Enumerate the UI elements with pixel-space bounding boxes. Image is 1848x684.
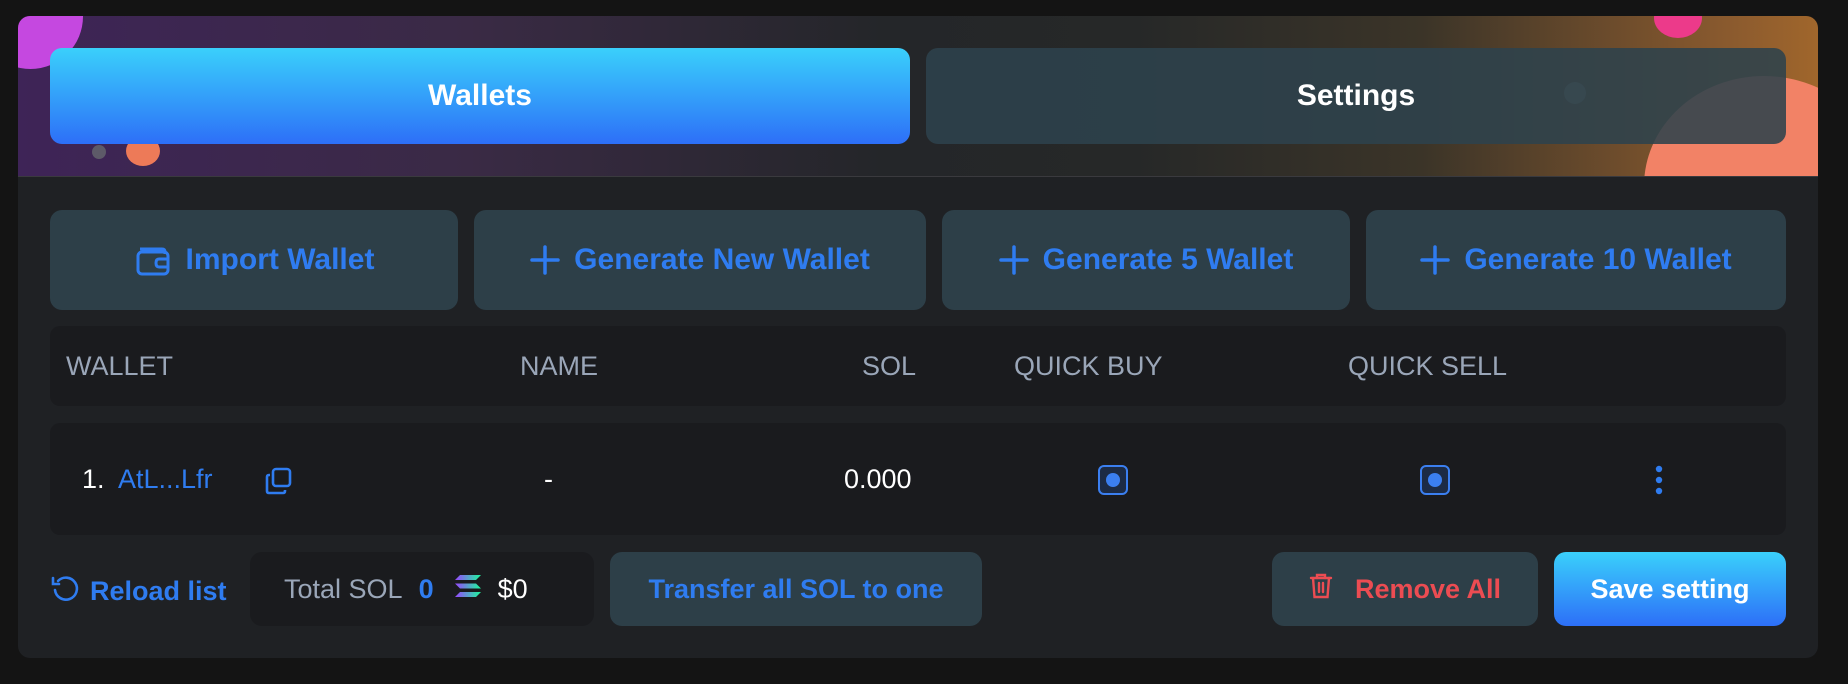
wallet-manager-panel: Wallets Settings Import Wallet Generate … xyxy=(18,16,1818,658)
more-vertical-icon[interactable] xyxy=(1653,465,1665,500)
header-banner: Wallets Settings xyxy=(18,16,1818,177)
reload-icon xyxy=(50,573,80,610)
plus-icon xyxy=(530,245,560,275)
tab-wallets[interactable]: Wallets xyxy=(50,48,910,144)
row-index: 1. xyxy=(82,464,105,494)
import-wallet-label: Import Wallet xyxy=(185,243,375,276)
total-sol-label: Total SOL xyxy=(284,573,403,604)
total-sol-summary: Total SOL 0 $0 xyxy=(250,552,594,626)
generate-10-wallet-label: Generate 10 Wallet xyxy=(1464,243,1732,276)
wallet-address-link[interactable]: AtL...Lfr xyxy=(118,423,213,535)
transfer-all-sol-label: Transfer all SOL to one xyxy=(648,573,944,604)
wallet-icon xyxy=(134,243,172,277)
column-header-name: NAME xyxy=(520,351,599,381)
tab-settings[interactable]: Settings xyxy=(926,48,1786,144)
generate-5-wallet-label: Generate 5 Wallet xyxy=(1042,243,1294,276)
plus-icon xyxy=(1420,245,1451,275)
table-row: 1. AtL...Lfr - 0.000 xyxy=(50,423,1786,535)
column-header-quick-sell: QUICK SELL xyxy=(1348,351,1508,381)
save-setting-label: Save setting xyxy=(1590,573,1750,604)
generate-new-wallet-button[interactable]: Generate New Wallet xyxy=(474,210,926,310)
column-header-wallet: WALLET xyxy=(66,351,174,381)
reload-list-label: Reload list xyxy=(90,575,227,606)
wallet-name: - xyxy=(544,464,553,494)
import-wallet-button[interactable]: Import Wallet xyxy=(50,210,458,310)
wallet-sol-balance: 0.000 xyxy=(844,464,912,494)
quick-buy-radio[interactable] xyxy=(1098,465,1128,495)
save-setting-button[interactable]: Save setting xyxy=(1554,552,1786,626)
quick-sell-radio[interactable] xyxy=(1420,465,1450,495)
reload-list-button[interactable]: Reload list xyxy=(50,554,227,628)
generate-new-wallet-label: Generate New Wallet xyxy=(574,243,870,276)
remove-all-button[interactable]: Remove All xyxy=(1272,552,1538,626)
copy-icon[interactable] xyxy=(264,466,294,501)
decorative-circle xyxy=(1654,16,1702,38)
tab-settings-label: Settings xyxy=(1296,79,1416,112)
transfer-all-sol-button[interactable]: Transfer all SOL to one xyxy=(610,552,982,626)
tab-wallets-label: Wallets xyxy=(428,79,532,112)
remove-all-label: Remove All xyxy=(1354,573,1502,604)
generate-5-wallet-button[interactable]: Generate 5 Wallet xyxy=(942,210,1350,310)
total-usd-value: $0 xyxy=(497,573,528,604)
trash-icon xyxy=(1309,572,1333,607)
table-header: WALLET NAME SOL QUICK BUY QUICK SELL xyxy=(50,326,1786,406)
decorative-circle xyxy=(92,145,106,159)
total-sol-value: 0 xyxy=(418,573,434,604)
solana-logo xyxy=(454,574,482,605)
generate-10-wallet-button[interactable]: Generate 10 Wallet xyxy=(1366,210,1786,310)
plus-icon xyxy=(998,245,1029,275)
column-header-sol: SOL xyxy=(862,351,917,381)
column-header-quick-buy: QUICK BUY xyxy=(1014,351,1163,381)
